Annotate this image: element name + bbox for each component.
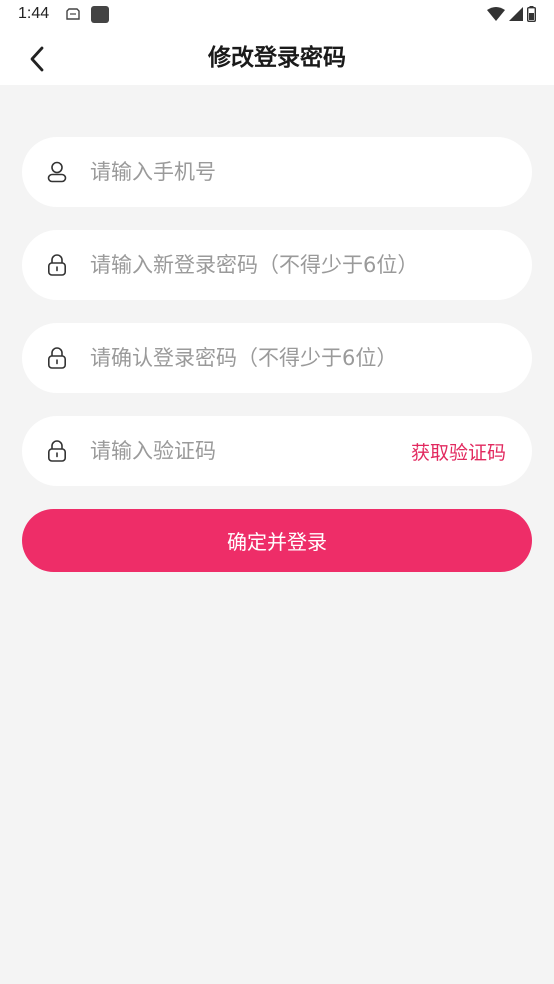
change-password-form: 获取验证码 确定并登录 <box>0 85 554 572</box>
clipboard-icon <box>66 8 80 20</box>
battery-icon <box>527 6 536 22</box>
top-bar: 1:44 修改登录密码 <box>0 0 554 85</box>
user-icon <box>46 161 68 183</box>
phone-input[interactable] <box>90 152 532 192</box>
wifi-icon <box>487 7 505 21</box>
app-notification-icon <box>91 6 109 23</box>
new-password-field <box>22 230 532 300</box>
verify-code-input[interactable] <box>90 431 411 471</box>
nav-bar: 修改登录密码 <box>0 30 554 85</box>
confirm-password-input[interactable] <box>90 338 532 378</box>
get-code-button[interactable]: 获取验证码 <box>411 438 506 465</box>
verify-code-field: 获取验证码 <box>22 416 532 486</box>
lock-icon <box>46 254 68 276</box>
new-password-input[interactable] <box>90 245 532 285</box>
page-title: 修改登录密码 <box>208 45 346 71</box>
signal-icon <box>509 7 523 21</box>
lock-icon <box>46 440 68 462</box>
status-indicators <box>487 6 536 22</box>
confirm-password-field <box>22 323 532 393</box>
lock-icon <box>46 347 68 369</box>
status-bar: 1:44 <box>0 0 554 30</box>
phone-field <box>22 137 532 207</box>
status-time: 1:44 <box>18 5 50 22</box>
submit-button[interactable]: 确定并登录 <box>22 509 532 572</box>
